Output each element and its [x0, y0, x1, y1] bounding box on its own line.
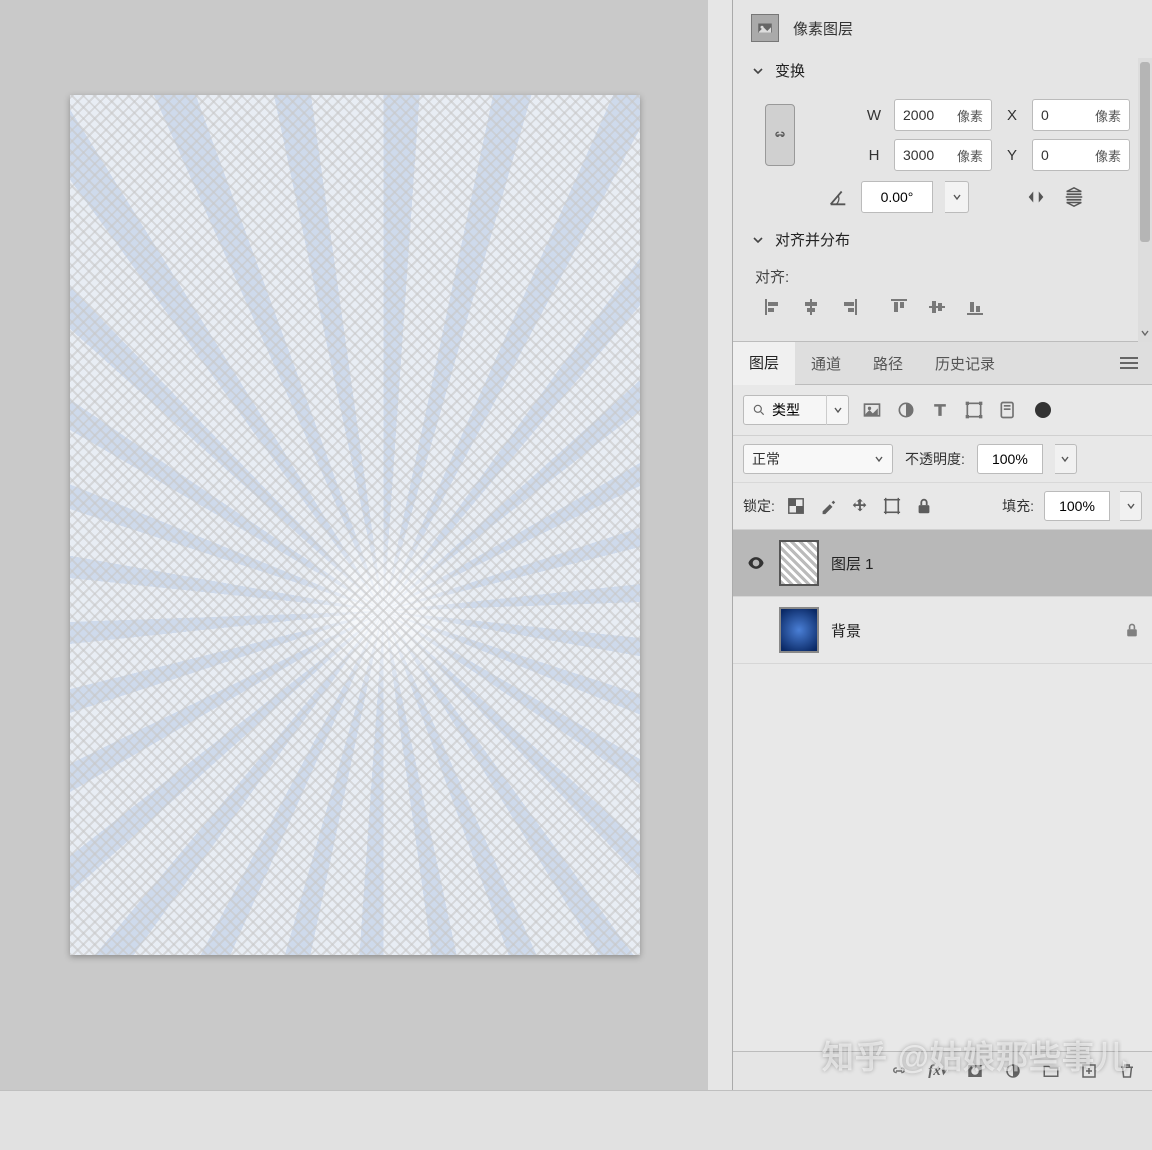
chevron-down-icon: [826, 395, 848, 425]
layer-mask-icon[interactable]: [964, 1060, 986, 1082]
app-root: 像素图层 变换 W 2000像素 X 0像素 H 3000像素: [0, 0, 1152, 1150]
chevron-down-icon: [751, 233, 765, 247]
canvas-scrollbar[interactable]: [708, 0, 732, 1090]
right-panel: 像素图层 变换 W 2000像素 X 0像素 H 3000像素: [732, 0, 1152, 1090]
chevron-down-icon: [874, 454, 884, 464]
width-input[interactable]: 2000像素: [894, 99, 992, 131]
chevron-down-icon: [751, 64, 765, 78]
rotation-dropdown[interactable]: [945, 181, 969, 213]
properties-title: 像素图层: [793, 18, 853, 39]
transform-label: 变换: [775, 60, 805, 81]
flip-vertical-button[interactable]: [1061, 184, 1087, 210]
filter-pixel-icon[interactable]: [861, 399, 883, 421]
height-input[interactable]: 3000像素: [894, 139, 992, 171]
h-label: H: [864, 147, 884, 164]
opacity-input[interactable]: 100%: [977, 444, 1043, 474]
properties-panel: 像素图层 变换 W 2000像素 X 0像素 H 3000像素: [733, 0, 1152, 342]
fill-input[interactable]: 100%: [1044, 491, 1110, 521]
pixel-layer-icon: [751, 14, 779, 42]
blend-row: 正常 不透明度: 100%: [733, 436, 1152, 483]
tab-paths[interactable]: 路径: [857, 343, 919, 384]
align-right-icon[interactable]: [839, 297, 859, 317]
layer-fx-icon[interactable]: fx▾: [926, 1060, 948, 1082]
align-vcenter-icon[interactable]: [927, 297, 947, 317]
canvas-area[interactable]: [0, 0, 732, 1090]
fill-label: 填充:: [1002, 496, 1034, 516]
filter-shape-icon[interactable]: [963, 399, 985, 421]
x-label: X: [1002, 107, 1022, 124]
lock-pixels-icon[interactable]: [817, 495, 839, 517]
angle-icon: [827, 186, 849, 208]
lock-transparent-icon[interactable]: [785, 495, 807, 517]
y-input[interactable]: 0像素: [1032, 139, 1130, 171]
blend-mode-select[interactable]: 正常: [743, 444, 893, 474]
tab-layers[interactable]: 图层: [733, 342, 795, 385]
align-label: 对齐并分布: [775, 229, 850, 250]
artwork-canvas[interactable]: [70, 95, 640, 955]
blend-mode-value: 正常: [752, 449, 780, 469]
filter-kind-label: 类型: [772, 400, 826, 420]
transform-body: W 2000像素 X 0像素 H 3000像素 Y 0像素 0.00°: [733, 87, 1152, 223]
lock-all-icon[interactable]: [913, 495, 935, 517]
new-layer-icon[interactable]: [1078, 1060, 1100, 1082]
x-input[interactable]: 0像素: [1032, 99, 1130, 131]
opacity-dropdown[interactable]: [1055, 444, 1077, 474]
filter-toggle[interactable]: [1035, 402, 1051, 418]
group-layers-icon[interactable]: [1040, 1060, 1062, 1082]
filter-adjustment-icon[interactable]: [895, 399, 917, 421]
align-sublabel: 对齐:: [755, 266, 1130, 287]
link-layers-icon[interactable]: [888, 1060, 910, 1082]
lock-row: 锁定: 填充: 100%: [733, 483, 1152, 530]
tab-history[interactable]: 历史记录: [919, 343, 1011, 384]
layers-panel: 图层 通道 路径 历史记录 类型: [733, 342, 1152, 1090]
tabs-bar: 图层 通道 路径 历史记录: [733, 342, 1152, 385]
layer-name[interactable]: 背景: [831, 620, 861, 641]
lock-position-icon[interactable]: [849, 495, 871, 517]
search-icon: [744, 403, 772, 417]
layer-thumbnail[interactable]: [779, 607, 819, 653]
filter-text-icon[interactable]: [929, 399, 951, 421]
layers-bottom-bar: fx▾: [733, 1051, 1152, 1090]
properties-scroll-down[interactable]: [1138, 325, 1152, 341]
link-dimensions-button[interactable]: [765, 104, 795, 166]
align-top-icon[interactable]: [889, 297, 909, 317]
properties-scrollbar[interactable]: [1138, 58, 1152, 368]
transform-section-header[interactable]: 变换: [733, 54, 1152, 87]
align-body: 对齐:: [733, 256, 1152, 327]
visibility-toggle[interactable]: [745, 553, 767, 573]
adjustment-layer-icon[interactable]: [1002, 1060, 1024, 1082]
align-section-header[interactable]: 对齐并分布: [733, 223, 1152, 256]
fill-dropdown[interactable]: [1120, 491, 1142, 521]
align-bottom-icon[interactable]: [965, 297, 985, 317]
opacity-label: 不透明度:: [905, 449, 965, 469]
y-label: Y: [1002, 147, 1022, 164]
lock-artboard-icon[interactable]: [881, 495, 903, 517]
align-hcenter-icon[interactable]: [801, 297, 821, 317]
tab-channels[interactable]: 通道: [795, 343, 857, 384]
lock-icon: [1124, 622, 1140, 638]
w-label: W: [864, 107, 884, 124]
layer-list: 图层 1 背景: [733, 530, 1152, 1051]
footer-bar: [0, 1090, 1152, 1150]
align-left-icon[interactable]: [763, 297, 783, 317]
layer-filter-row: 类型: [733, 385, 1152, 436]
panel-menu-icon[interactable]: [1106, 356, 1152, 370]
rotation-input[interactable]: 0.00°: [861, 181, 933, 213]
delete-layer-icon[interactable]: [1116, 1060, 1138, 1082]
flip-horizontal-button[interactable]: [1023, 184, 1049, 210]
layer-filter-select[interactable]: 类型: [743, 395, 849, 425]
layer-row[interactable]: 背景: [733, 597, 1152, 664]
filter-smart-icon[interactable]: [997, 399, 1019, 421]
layer-name[interactable]: 图层 1: [831, 553, 874, 574]
layer-thumbnail[interactable]: [779, 540, 819, 586]
lock-label: 锁定:: [743, 496, 775, 516]
layer-row[interactable]: 图层 1: [733, 530, 1152, 597]
